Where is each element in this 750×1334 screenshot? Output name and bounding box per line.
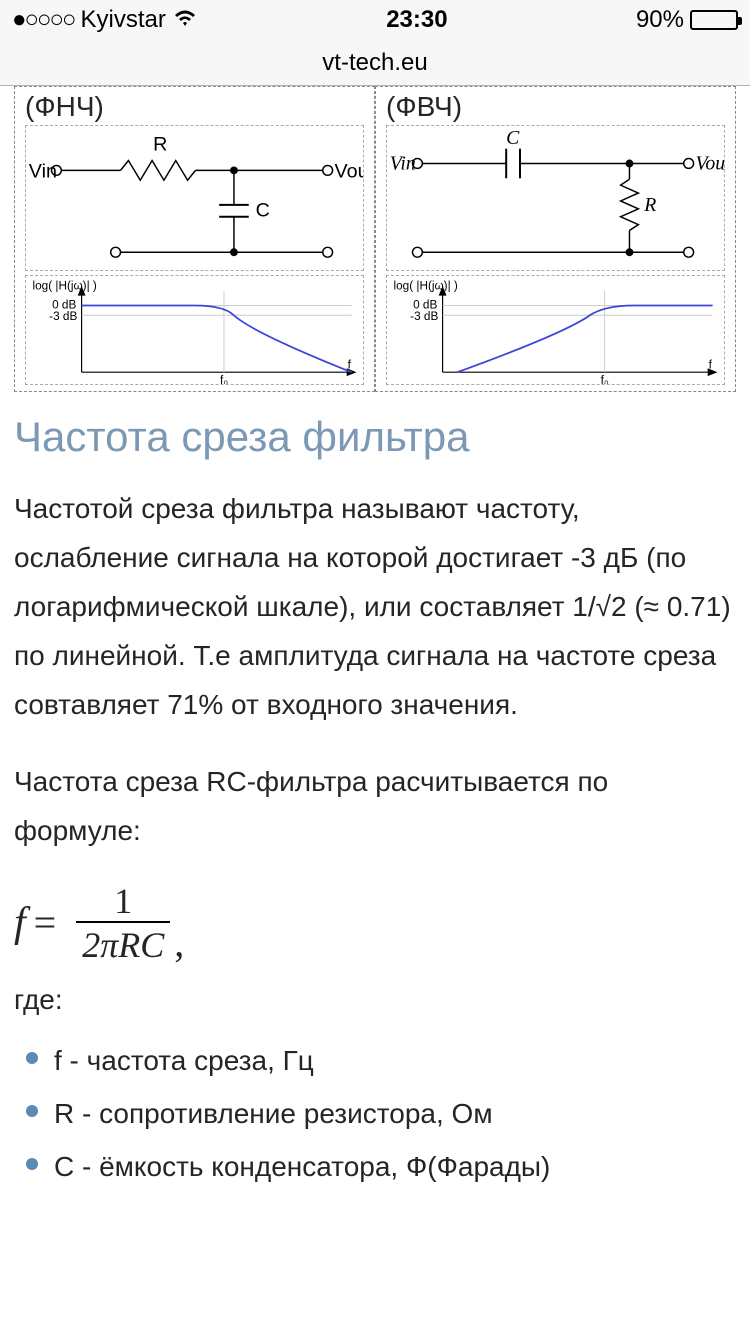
formula-lhs: f (14, 902, 26, 944)
filter-label-lowpass: (ФНЧ) (25, 93, 364, 121)
wifi-icon (172, 8, 198, 33)
plot-ylabel: log( |H(jω)| ) (33, 280, 97, 293)
plot-lowpass: log( |H(jω)| ) 0 dB -3 dB f₀ f (25, 275, 364, 385)
where-label: где: (14, 975, 736, 1024)
plot-tick3: -3 dB (49, 310, 77, 323)
circuit-r-label: R (643, 194, 656, 216)
legend-item-f: f - частота среза, Гц (26, 1034, 736, 1087)
circuit-highpass: Vin Vout C R (386, 125, 725, 271)
formula-fraction: 1 2πRC (76, 883, 170, 963)
formula-num: 1 (108, 883, 138, 921)
plot-tick3: -3 dB (410, 310, 438, 323)
clock: 23:30 (386, 8, 447, 32)
circuit-vout-label: Vout (335, 160, 363, 182)
legend-item-c: C - ёмкость конденсатора, Ф(Фарады) (26, 1140, 736, 1193)
circuit-lowpass: Vin Vout R C (25, 125, 364, 271)
filter-cell-lowpass: (ФНЧ) (14, 86, 375, 392)
paragraph-1: Частотой среза фильтра называют частоту,… (14, 484, 736, 729)
status-right: 90% (636, 8, 738, 32)
plot-f0: f₀ (601, 374, 609, 384)
status-bar: ●○○○○ Kyivstar 23:30 90% (0, 0, 750, 40)
circuit-c-label: C (256, 200, 270, 222)
section-heading: Частота среза фильтра (14, 416, 736, 458)
circuit-vin-label: Vin (390, 152, 416, 174)
legend-item-r: R - сопротивление резистора, Ом (26, 1087, 736, 1140)
legend-list: f - частота среза, Гц R - сопротивление … (26, 1034, 736, 1194)
plot-xlabel: f (348, 358, 352, 371)
filter-diagram-row: (ФНЧ) (14, 86, 736, 392)
battery-pct: 90% (636, 8, 684, 32)
plot-xlabel: f (709, 358, 713, 371)
status-left: ●○○○○ Kyivstar (12, 8, 198, 33)
circuit-c-label: C (506, 127, 520, 149)
plot-f0: f₀ (220, 374, 228, 384)
signal-dots-icon: ●○○○○ (12, 8, 74, 32)
url-text: vt-tech.eu (322, 51, 427, 75)
filter-label-highpass: (ФВЧ) (386, 93, 725, 121)
formula-eq: = (26, 903, 65, 943)
browser-url-bar[interactable]: vt-tech.eu (0, 40, 750, 86)
cutoff-formula: f = 1 2πRC , (14, 883, 736, 963)
paragraph-2: Частота среза RC-фильтра расчитывается п… (14, 757, 736, 855)
page-content[interactable]: (ФНЧ) (0, 86, 750, 1194)
plot-highpass: log( |H(jω)| ) 0 dB -3 dB f₀ f (386, 275, 725, 385)
carrier-label: Kyivstar (80, 8, 165, 32)
circuit-vout-label: Vout (696, 152, 724, 174)
circuit-vin-label: Vin (29, 160, 57, 182)
battery-icon (690, 10, 738, 30)
filter-cell-highpass: (ФВЧ) (375, 86, 736, 392)
circuit-r-label: R (153, 134, 167, 156)
formula-den: 2πRC (76, 921, 170, 963)
plot-ylabel: log( |H(jω)| ) (394, 280, 458, 293)
formula-comma: , (170, 923, 184, 963)
